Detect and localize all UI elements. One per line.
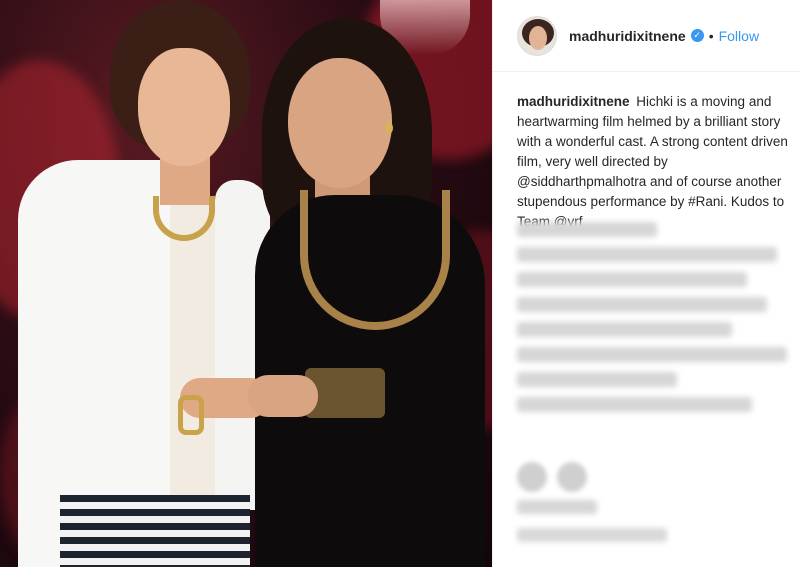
avatar-face <box>529 25 547 50</box>
blurred-comment-line <box>517 247 777 262</box>
verified-badge-icon: ✓ <box>690 29 704 42</box>
blurred-comment-line <box>517 272 747 287</box>
blurred-comment-line <box>517 322 732 337</box>
post-side-panel: madhuridixitnene ✓ • Follow madhuridixit… <box>492 0 800 567</box>
avatar[interactable] <box>517 15 557 56</box>
post-photo[interactable] <box>0 0 492 567</box>
blurred-icon <box>557 462 587 492</box>
separator-dot: • <box>708 27 714 44</box>
caption-username-link[interactable]: madhuridixitnene <box>517 94 630 109</box>
header-username-link[interactable]: madhuridixitnene <box>569 28 686 44</box>
blurred-comment-line <box>517 222 657 237</box>
blurred-icon <box>517 462 547 492</box>
blurred-comments <box>517 222 789 422</box>
woman-left-face <box>138 48 230 166</box>
woman-right-hand <box>248 375 318 417</box>
woman-right-face <box>288 58 392 188</box>
blurred-likes <box>517 500 597 514</box>
follow-button[interactable]: Follow <box>719 28 759 44</box>
blurred-comment-line <box>517 397 752 412</box>
blurred-comment-line <box>517 297 767 312</box>
blurred-comment-line <box>517 372 677 387</box>
blurred-timestamp <box>517 528 667 542</box>
bangle <box>178 395 204 435</box>
post-header: madhuridixitnene ✓ • Follow <box>493 0 800 72</box>
blurred-action-icons <box>517 462 587 492</box>
earring <box>385 122 393 134</box>
caption-text: Hichki is a moving and heartwarming film… <box>517 94 788 229</box>
woman-left-striped-pants <box>60 495 250 567</box>
post-caption: madhuridixitnene Hichki is a moving and … <box>517 92 789 232</box>
blurred-comment-line <box>517 347 787 362</box>
